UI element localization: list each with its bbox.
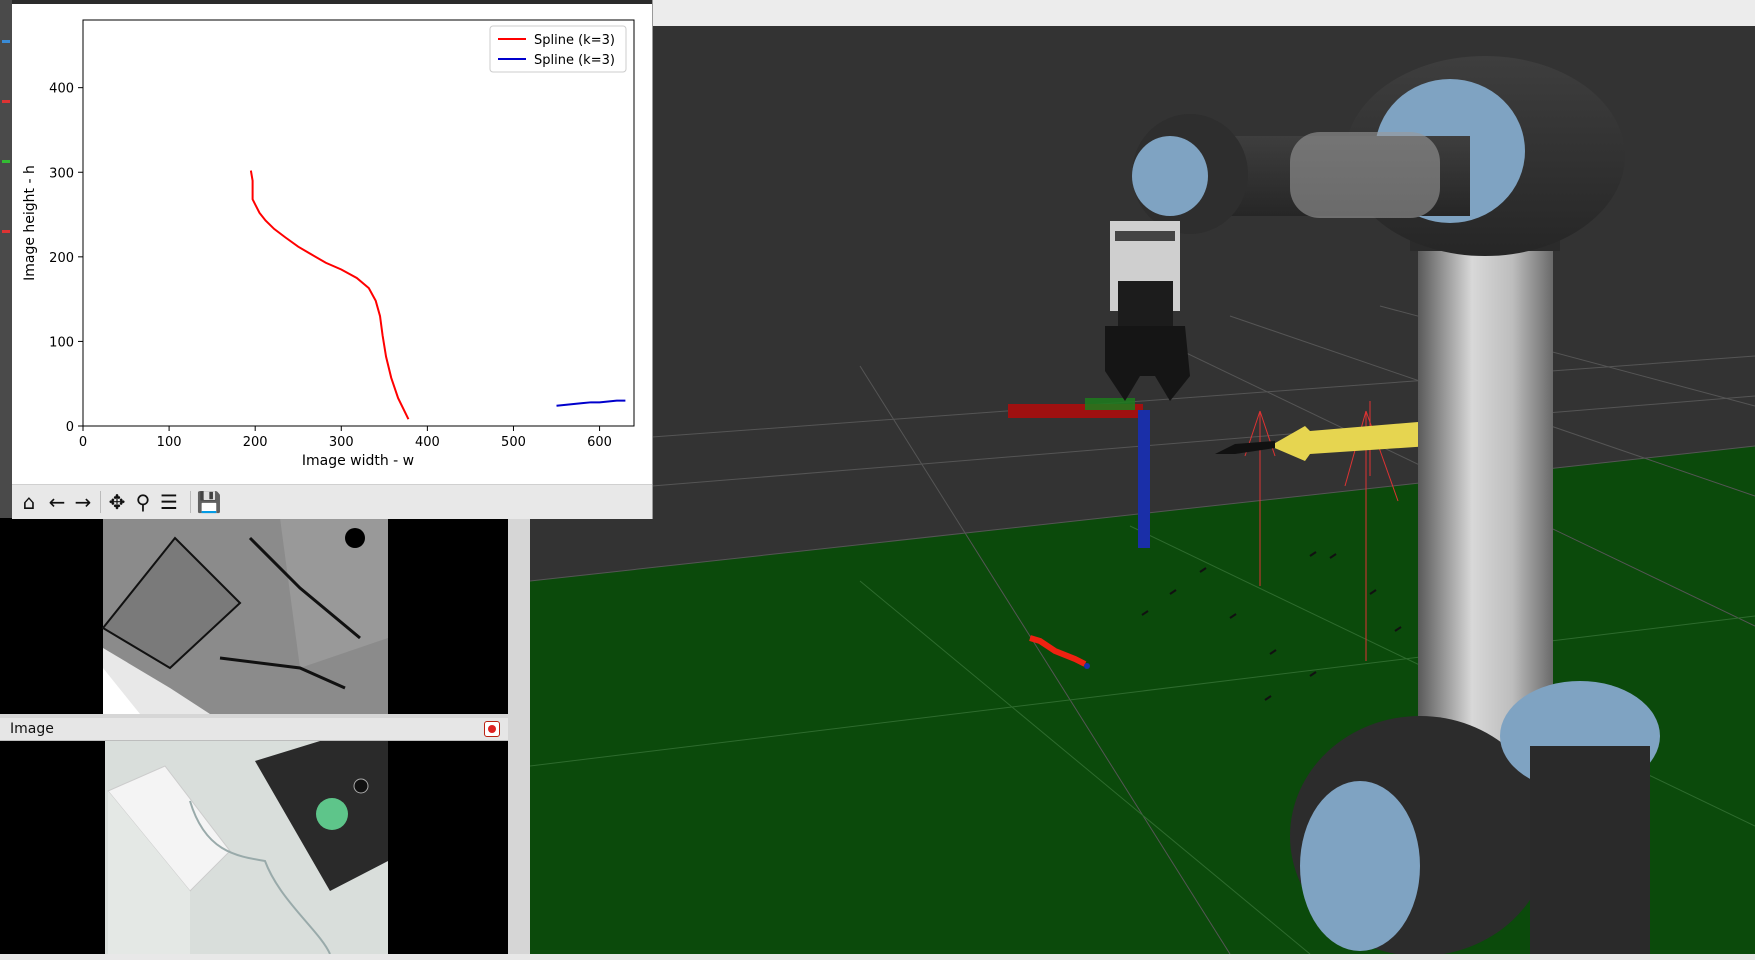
back-icon[interactable]: ← [44,489,70,515]
plot-canvas[interactable]: 0 100 200 300 400 500 600 0 100 200 300 400 Image w… [12,0,652,484]
depth-image-panel [0,518,508,714]
y-tick-label: 400 [49,82,74,97]
left-panel-strip [0,0,12,520]
y-tick-label: 100 [49,335,74,350]
toolbar-separator [100,491,101,513]
pan-icon[interactable]: ✥ [104,489,130,515]
x-tick-label: 400 [415,435,440,450]
close-icon[interactable] [484,721,500,737]
y-axis-label: Image height - h [22,165,38,281]
x-tick-label: 500 [501,435,526,450]
status-bar [0,954,1755,960]
scene-render [530,26,1755,954]
x-axis-label: Image width - w [302,453,414,469]
toolbar-separator [190,491,191,513]
y-tick-label: 300 [49,166,74,181]
robot-upper-arm [1418,231,1553,771]
image-panel: Image [0,718,508,954]
rviz-top-bar [652,0,1755,27]
forward-icon[interactable]: → [70,489,96,515]
x-tick-label: 600 [587,435,612,450]
depth-image [101,518,388,714]
image-panel-title: Image [10,721,54,737]
strip-marker [2,40,10,43]
y-tick-label: 200 [49,251,74,266]
save-icon[interactable]: 💾 [196,489,222,515]
strip-marker [2,160,10,163]
x-tick-label: 100 [157,435,182,450]
z-axis-marker [1138,410,1150,548]
x-tick-label: 300 [329,435,354,450]
zoom-icon[interactable]: ⚲ [130,489,156,515]
y-axis-marker [1085,398,1135,410]
matplotlib-figure-window: 0 100 200 300 400 500 600 0 100 200 300 400 Image w… [12,0,653,519]
legend-entry: Spline (k=3) [534,33,615,48]
y-tick-label: 0 [66,420,74,435]
robot-base-cap [1300,781,1420,951]
rviz-3d-view[interactable] [530,26,1755,954]
configure-icon[interactable]: ☰ [156,489,182,515]
x-tick-label: 200 [243,435,268,450]
strip-marker [2,230,10,233]
home-icon[interactable]: ⌂ [16,489,42,515]
image-panel-titlebar: Image [0,718,508,741]
legend-entry: Spline (k=3) [534,53,615,68]
legend: Spline (k=3) Spline (k=3) [489,25,627,73]
strip-marker [2,100,10,103]
plot-toolbar: ⌂ ← → ✥ ⚲ ☰ 💾 [12,484,652,519]
x-tick-label: 0 [79,435,87,450]
robot-wrist-cap [1132,136,1208,216]
plot-axes-frame [82,19,635,427]
camera-image [0,741,508,954]
